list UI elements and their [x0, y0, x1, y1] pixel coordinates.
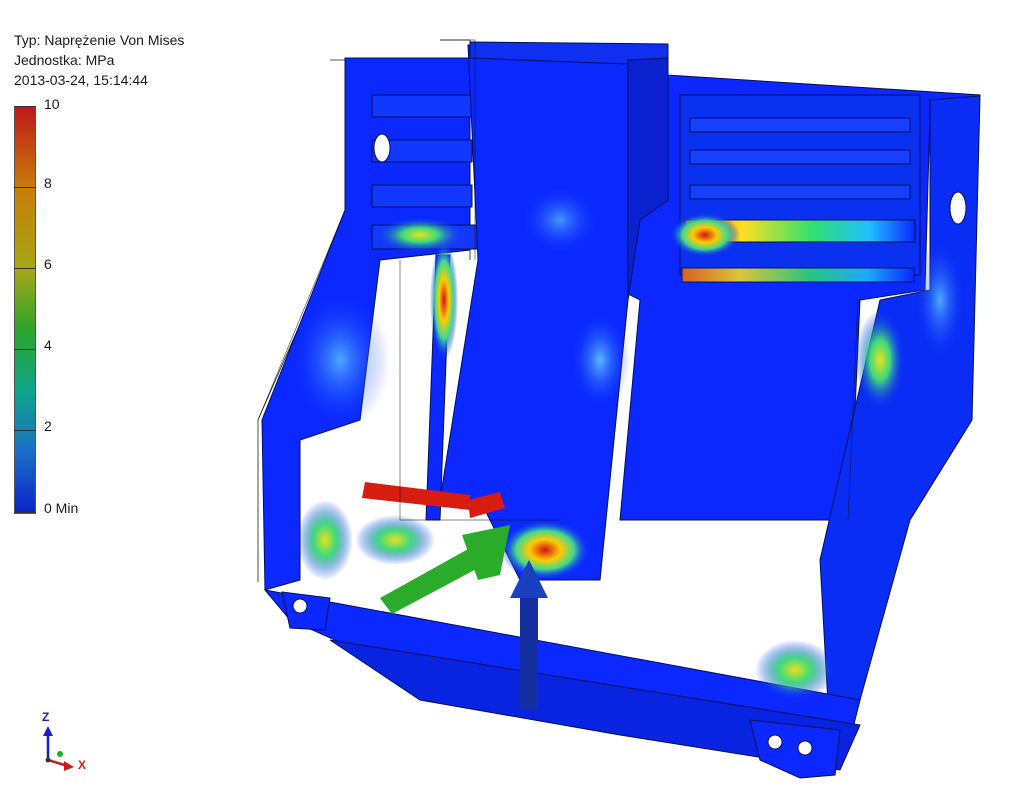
blue-support-arrow-shaft	[520, 590, 538, 710]
result-unit-label: Jednostka: MPa	[14, 52, 115, 68]
legend-tick	[14, 268, 36, 269]
legend-tick	[14, 187, 36, 188]
legend-tick	[14, 349, 36, 350]
left-foot	[281, 591, 331, 631]
legend-color-bar	[14, 106, 36, 514]
left-rod-1	[371, 94, 473, 118]
triad-z-label: Z	[42, 710, 50, 724]
left-hole	[373, 133, 391, 163]
triad-x-label: X	[78, 758, 87, 772]
result-type-label: Typ: Naprężenie Von Mises	[14, 32, 185, 48]
right-foot-hole-2	[797, 740, 813, 756]
legend-tick	[14, 106, 36, 107]
rod-3	[689, 184, 911, 200]
result-timestamp: 2013-03-24, 15:14:44	[14, 72, 148, 88]
right-foot	[749, 719, 841, 779]
result-info: Typ: Naprężenie Von Mises Jednostka: MPa…	[14, 30, 184, 90]
legend-tick	[14, 430, 36, 431]
legend-label-min: 0 Min	[44, 500, 79, 516]
left-foot-hole	[292, 598, 308, 614]
right-hole	[949, 191, 967, 225]
legend-label-2: 2	[44, 418, 52, 434]
stress-color-legend: 10 8 6 4 2 0 Min	[14, 96, 94, 522]
legend-label-4: 4	[44, 337, 52, 353]
axis-triad[interactable]: Z X	[36, 710, 96, 774]
rod-2	[689, 149, 911, 165]
rod-1	[689, 117, 911, 133]
legend-label-8: 8	[44, 175, 52, 191]
right-foot-hole-1	[767, 734, 783, 750]
right-lower-beam	[681, 267, 915, 283]
legend-tick	[14, 512, 36, 513]
legend-label-6: 6	[44, 256, 52, 272]
left-rod-3	[371, 184, 473, 208]
stress-result-viewport[interactable]	[0, 0, 1031, 800]
legend-label-max: 10	[44, 96, 60, 112]
